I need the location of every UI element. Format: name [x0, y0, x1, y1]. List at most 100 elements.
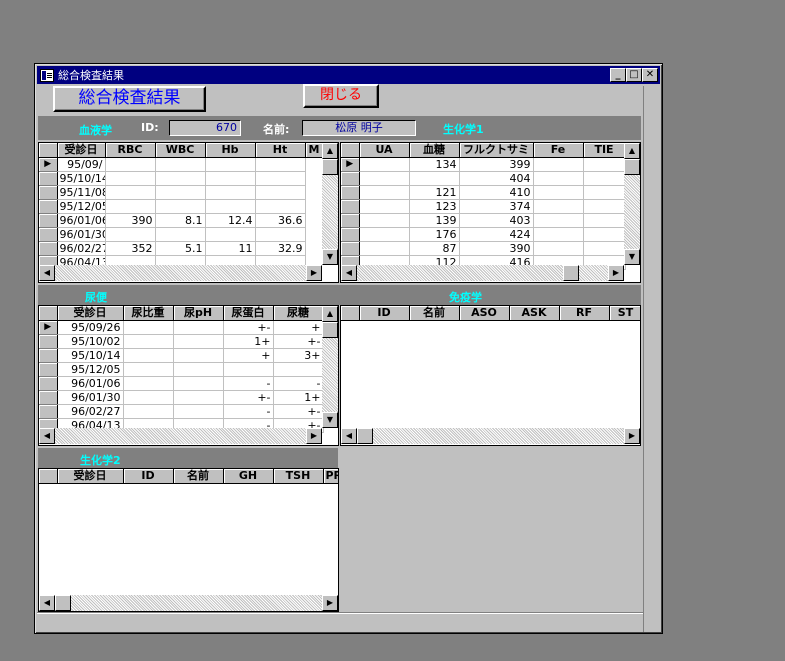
value-cell[interactable]: +- [273, 334, 324, 349]
col-header[interactable]: WBC [155, 143, 206, 158]
value-cell[interactable]: + [273, 320, 324, 335]
date-cell[interactable]: 95/12/05 [57, 199, 106, 214]
value-cell[interactable]: 11 [205, 241, 256, 256]
col-header[interactable]: GH [223, 469, 274, 484]
record-selector[interactable]: ▶ [341, 157, 360, 172]
scroll-left-icon[interactable]: ◀ [341, 265, 357, 281]
name-field[interactable]: 松原 明子 [302, 120, 416, 136]
date-cell[interactable]: 95/11/08 [57, 185, 106, 200]
col-header[interactable]: 受診日 [57, 469, 124, 484]
col-header[interactable]: PR [323, 469, 338, 484]
value-cell[interactable]: 5.1 [155, 241, 206, 256]
value-cell[interactable] [123, 404, 174, 419]
col-header[interactable]: 名前 [409, 306, 460, 321]
col-header[interactable]: RF [559, 306, 610, 321]
value-cell[interactable]: 12.4 [205, 213, 256, 228]
value-cell[interactable]: 139 [409, 213, 460, 228]
scroll-left-icon[interactable]: ◀ [39, 595, 55, 611]
value-cell[interactable] [359, 213, 410, 228]
value-cell[interactable] [583, 171, 626, 186]
record-selector[interactable] [341, 241, 360, 256]
scroll-down-icon[interactable]: ▼ [322, 249, 338, 265]
scroll-thumb[interactable] [322, 322, 338, 338]
record-selector[interactable] [39, 241, 58, 256]
value-cell[interactable]: 134 [409, 157, 460, 172]
record-selector[interactable] [39, 362, 58, 377]
value-cell[interactable]: 390 [105, 213, 156, 228]
value-cell[interactable] [205, 185, 256, 200]
biochem2-grid[interactable]: 受診日 ID 名前 GH TSH PR ◀ ▶ [38, 468, 339, 612]
value-cell[interactable] [409, 171, 460, 186]
value-cell[interactable] [359, 199, 410, 214]
scroll-thumb[interactable] [357, 428, 373, 444]
scroll-left-icon[interactable]: ◀ [341, 428, 357, 444]
value-cell[interactable] [255, 157, 306, 172]
scroll-thumb[interactable] [563, 265, 579, 281]
value-cell[interactable] [205, 157, 256, 172]
col-header[interactable]: 尿比重 [123, 306, 174, 321]
record-selector[interactable] [39, 348, 58, 363]
minimize-button[interactable]: _ [610, 68, 626, 82]
immuno-hscroll[interactable]: ◀ ▶ [341, 428, 640, 444]
date-cell[interactable]: 95/09/26 [57, 320, 124, 335]
value-cell[interactable]: 123 [409, 199, 460, 214]
value-cell[interactable]: 352 [105, 241, 156, 256]
record-selector[interactable] [39, 334, 58, 349]
value-cell[interactable] [255, 185, 306, 200]
close-form-button[interactable]: 閉じる [303, 84, 379, 108]
value-cell[interactable] [205, 171, 256, 186]
value-cell[interactable] [533, 213, 584, 228]
scroll-thumb[interactable] [55, 595, 71, 611]
table-row[interactable]: 121 410 [341, 185, 626, 200]
table-row[interactable]: 176 424 [341, 227, 626, 242]
record-selector[interactable] [39, 171, 58, 186]
value-cell[interactable]: - [223, 376, 274, 391]
record-selector[interactable] [341, 213, 360, 228]
value-cell[interactable] [359, 241, 410, 256]
col-header[interactable]: ST [609, 306, 640, 321]
scroll-down-icon[interactable]: ▼ [624, 249, 640, 265]
record-selector[interactable] [341, 185, 360, 200]
value-cell[interactable]: - [273, 376, 324, 391]
table-row[interactable]: 96/01/30 [39, 227, 323, 242]
value-cell[interactable]: 32.9 [255, 241, 306, 256]
value-cell[interactable] [123, 348, 174, 363]
value-cell[interactable] [255, 199, 306, 214]
value-cell[interactable]: +- [223, 320, 274, 335]
value-cell[interactable] [223, 362, 274, 377]
value-cell[interactable]: 1+ [273, 390, 324, 405]
table-row[interactable]: 95/12/05 [39, 362, 324, 377]
value-cell[interactable] [105, 157, 156, 172]
table-row[interactable]: 96/02/27 352 5.1 11 32.9 [39, 241, 323, 256]
value-cell[interactable] [155, 199, 206, 214]
date-cell[interactable]: 95/10/14 [57, 171, 106, 186]
value-cell[interactable] [173, 334, 224, 349]
table-row[interactable]: 96/02/27 - +- [39, 404, 324, 419]
date-cell[interactable]: 95/10/02 [57, 334, 124, 349]
table-row[interactable]: ▶ 134 399 [341, 157, 626, 172]
value-cell[interactable]: 403 [459, 213, 534, 228]
value-cell[interactable] [255, 171, 306, 186]
blood-vscroll[interactable]: ▲ ▼ [322, 143, 338, 265]
date-cell[interactable]: 96/01/06 [57, 213, 106, 228]
value-cell[interactable] [533, 241, 584, 256]
col-header[interactable]: ASK [509, 306, 560, 321]
col-header[interactable]: 血糖 [409, 143, 460, 158]
col-header[interactable]: ID [123, 469, 174, 484]
record-selector[interactable] [39, 390, 58, 405]
record-selector[interactable] [39, 185, 58, 200]
value-cell[interactable]: 410 [459, 185, 534, 200]
value-cell[interactable] [173, 376, 224, 391]
value-cell[interactable] [359, 171, 410, 186]
value-cell[interactable] [123, 390, 174, 405]
value-cell[interactable]: + [223, 348, 274, 363]
date-cell[interactable]: 96/01/06 [57, 376, 124, 391]
value-cell[interactable] [105, 199, 156, 214]
urine-vscroll[interactable]: ▲ ▼ [322, 306, 338, 428]
col-header[interactable]: Ht [255, 143, 306, 158]
scroll-right-icon[interactable]: ▶ [624, 428, 640, 444]
value-cell[interactable] [359, 157, 410, 172]
value-cell[interactable]: 424 [459, 227, 534, 242]
value-cell[interactable] [583, 227, 626, 242]
blood-hscroll[interactable]: ◀ ▶ [39, 265, 322, 281]
